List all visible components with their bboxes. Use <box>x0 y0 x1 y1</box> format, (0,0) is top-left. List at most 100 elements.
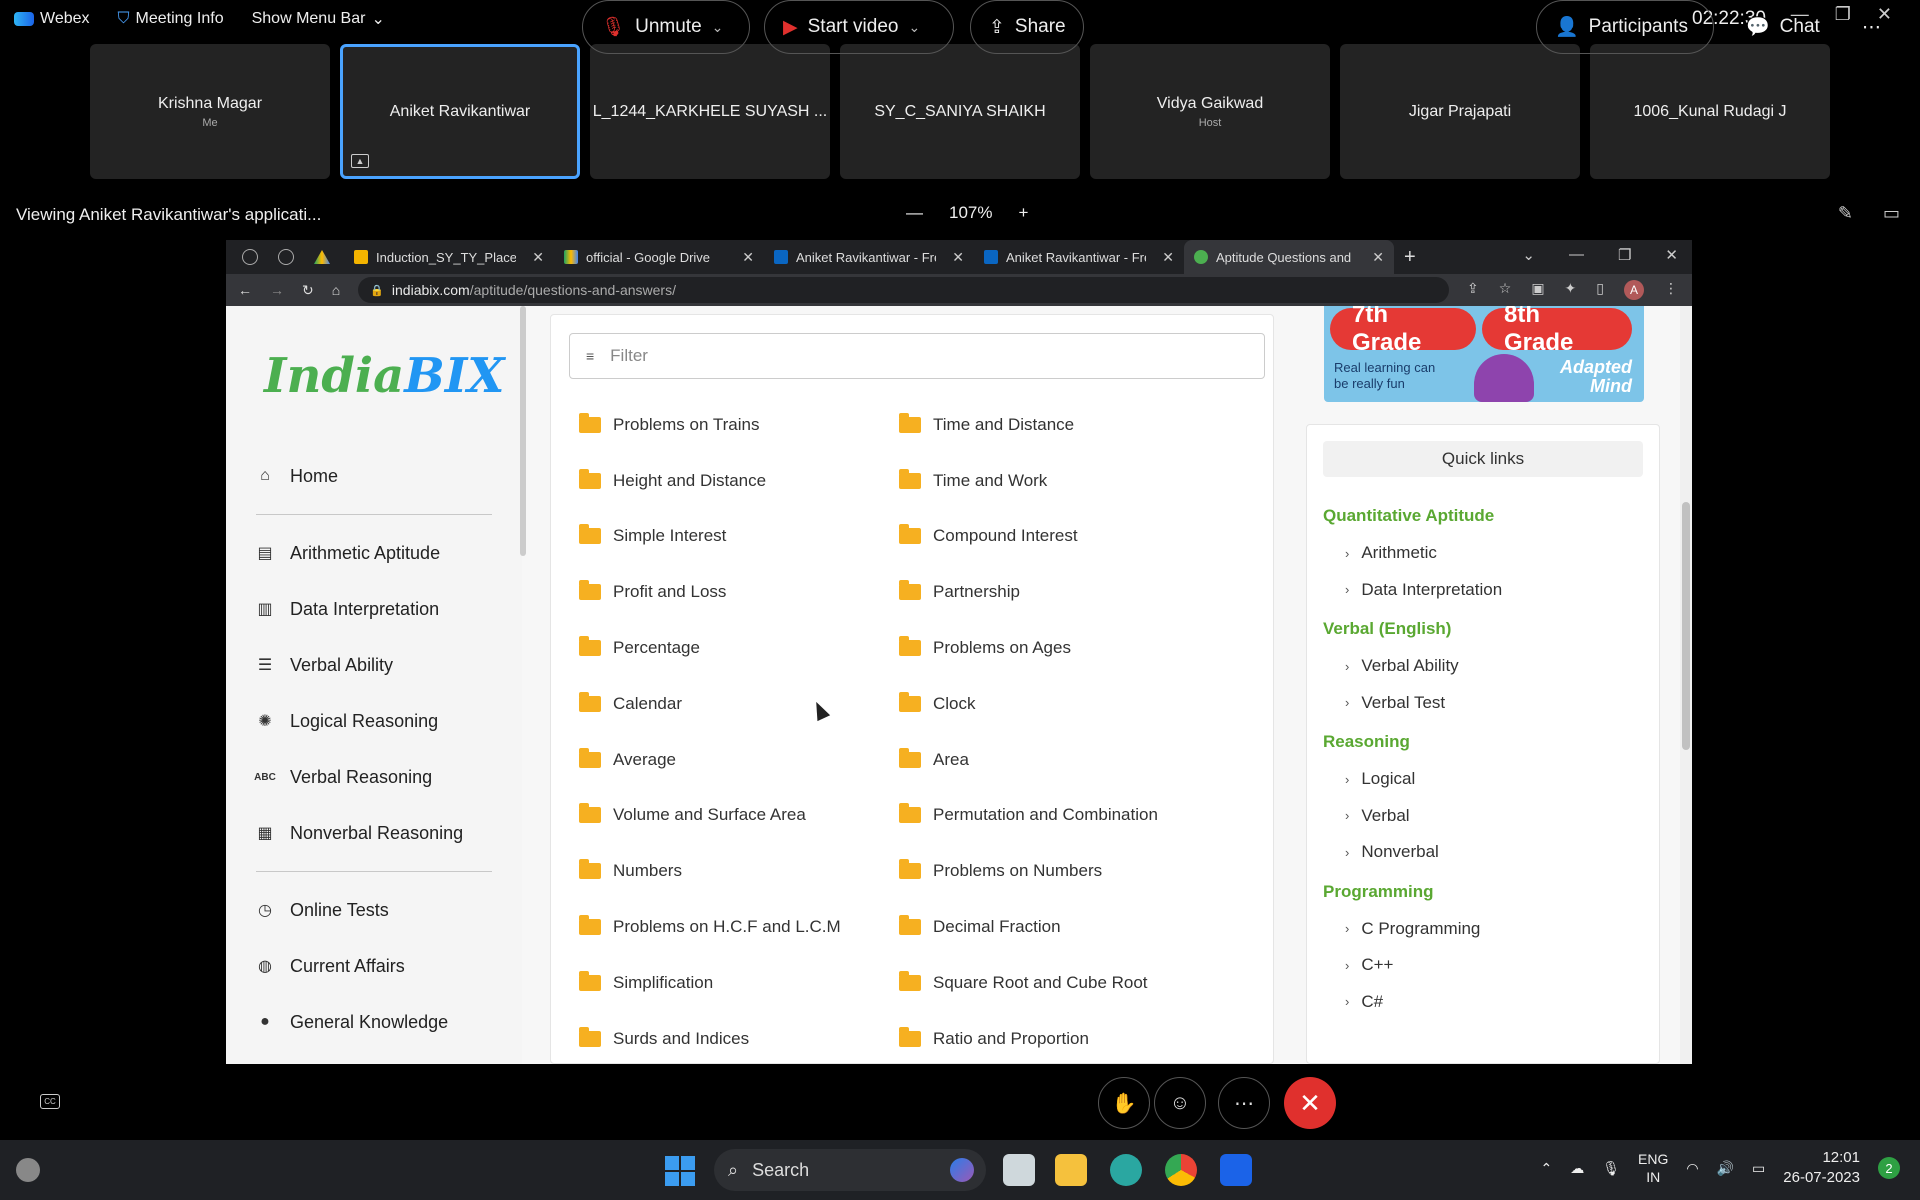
participant-tile[interactable]: SY_C_SANIYA SHAIKH <box>840 44 1080 179</box>
sidebar-item-verbal-ability[interactable]: ☰ Verbal Ability <box>256 637 496 693</box>
close-icon[interactable]: ✕ <box>1665 246 1678 264</box>
captions-icon[interactable]: CC <box>40 1094 60 1109</box>
filter-input[interactable]: ≡ Filter <box>569 333 1265 379</box>
share-button[interactable]: ⇪ Share <box>970 0 1084 54</box>
topic-link[interactable]: Profit and Loss <box>579 564 899 620</box>
topic-link[interactable]: Square Root and Cube Root <box>899 955 1219 1011</box>
notification-badge[interactable]: 2 <box>1878 1157 1900 1179</box>
topic-link[interactable]: Clock <box>899 676 1219 732</box>
forward-icon[interactable]: → <box>270 282 284 298</box>
chevron-down-icon[interactable]: ⌄ <box>712 19 724 36</box>
sidebar-item-current-affairs[interactable]: ◍ Current Affairs <box>256 938 496 994</box>
puzzle-icon[interactable]: ✦ <box>1565 280 1577 300</box>
browser-tab[interactable]: Induction_SY_TY_Placem ✕ <box>344 240 554 274</box>
sidebar-item-arithmetic-aptitude[interactable]: ▤ Arithmetic Aptitude <box>256 525 496 581</box>
quick-link-item[interactable]: › C Programming <box>1323 911 1643 948</box>
star-icon[interactable]: ☆ <box>1499 280 1512 300</box>
chrome-icon[interactable] <box>1165 1154 1197 1186</box>
sidebar-item-logical-reasoning[interactable]: ✺ Logical Reasoning <box>256 693 496 749</box>
google-drive-icon[interactable] <box>314 250 330 264</box>
topic-link[interactable]: Partnership <box>899 564 1219 620</box>
participant-tile[interactable]: Vidya Gaikwad Host <box>1090 44 1330 179</box>
participant-tile[interactable]: 1006_Kunal Rudagi J <box>1590 44 1830 179</box>
webex-taskbar-icon[interactable] <box>1220 1154 1252 1186</box>
new-tab-icon[interactable]: + <box>1404 246 1416 269</box>
topic-link[interactable]: Problems on Trains <box>579 397 899 453</box>
raise-hand-button[interactable]: ✋ <box>1098 1077 1150 1129</box>
tab-search-icon[interactable]: ⌄ <box>1522 246 1535 264</box>
sidebar-scrollbar[interactable] <box>520 306 526 556</box>
mic-muted-icon[interactable]: 🎙 <box>1602 1160 1620 1177</box>
leave-meeting-button[interactable]: ✕ <box>1284 1077 1336 1129</box>
weather-icon[interactable] <box>16 1158 40 1182</box>
sidebar-item-data-interpretation[interactable]: ▥ Data Interpretation <box>256 581 496 637</box>
indiabix-logo[interactable]: IndiaBIX <box>264 348 505 404</box>
battery-icon[interactable]: ▭ <box>1752 1160 1765 1177</box>
webex-app-menu[interactable]: Webex <box>14 10 90 28</box>
quick-link-category[interactable]: Programming <box>1323 873 1643 911</box>
close-tab-icon[interactable]: ✕ <box>952 249 964 266</box>
topic-link[interactable]: Permutation and Combination <box>899 788 1219 844</box>
quick-link-category[interactable]: Verbal (English) <box>1323 610 1643 648</box>
volume-icon[interactable]: 🔊 <box>1717 1160 1734 1177</box>
reactions-button[interactable]: ☺ <box>1154 1077 1206 1129</box>
topic-link[interactable]: Height and Distance <box>579 453 899 509</box>
clock-date[interactable]: 12:01 26-07-2023 <box>1783 1148 1860 1188</box>
topic-link[interactable]: Volume and Surface Area <box>579 788 899 844</box>
sidebar-icon[interactable]: ▯ <box>1596 280 1604 300</box>
topic-link[interactable]: Surds and Indices <box>579 1011 899 1064</box>
start-button[interactable] <box>665 1156 695 1186</box>
show-menu-bar-button[interactable]: Show Menu Bar ⌄ <box>252 9 385 29</box>
quick-link-item[interactable]: › C++ <box>1323 947 1643 984</box>
close-tab-icon[interactable]: ✕ <box>1372 249 1384 266</box>
close-tab-icon[interactable]: ✕ <box>532 249 544 266</box>
quick-link-item[interactable]: › Arithmetic <box>1323 535 1643 572</box>
sidebar-item-online-tests[interactable]: ◷ Online Tests <box>256 882 496 938</box>
unmute-button[interactable]: 🎙 Unmute ⌄ <box>582 0 750 54</box>
start-video-button[interactable]: ▶ Start video ⌄ <box>764 0 954 54</box>
quick-link-item[interactable]: › Nonverbal <box>1323 834 1643 871</box>
sidebar-item-nonverbal-reasoning[interactable]: ▦ Nonverbal Reasoning <box>256 805 496 861</box>
topic-link[interactable]: Time and Work <box>899 453 1219 509</box>
participants-button[interactable]: 👤 Participants <box>1536 0 1714 54</box>
more-panels-button[interactable]: ⋯ <box>1852 0 1900 54</box>
language-indicator[interactable]: ENG IN <box>1638 1150 1668 1186</box>
chevron-up-icon[interactable]: ⌃ <box>1541 1160 1553 1177</box>
close-tab-icon[interactable]: ✕ <box>742 249 754 266</box>
pinned-tab-icon[interactable] <box>242 249 258 265</box>
kebab-menu-icon[interactable]: ⋮ <box>1664 280 1678 300</box>
minimize-icon[interactable]: — <box>1569 246 1584 264</box>
sidebar-item-home[interactable]: ⌂ Home <box>256 448 496 504</box>
edge-icon[interactable] <box>1110 1154 1142 1186</box>
topic-link[interactable]: Numbers <box>579 843 899 899</box>
browser-tab[interactable]: Aniket Ravikantiwar - Fre ✕ <box>974 240 1184 274</box>
back-icon[interactable]: ← <box>238 282 252 298</box>
browser-tab-active[interactable]: Aptitude Questions and ✕ <box>1184 240 1394 274</box>
quick-link-item[interactable]: › Logical <box>1323 761 1643 798</box>
topic-link[interactable]: Problems on H.C.F and L.C.M <box>579 899 899 955</box>
topic-link[interactable]: Area <box>899 732 1219 788</box>
quick-link-item[interactable]: › Verbal <box>1323 798 1643 835</box>
quick-link-item[interactable]: › C# <box>1323 984 1643 1021</box>
browser-tab[interactable]: Aniket Ravikantiwar - Fre ✕ <box>764 240 974 274</box>
topic-link[interactable]: Compound Interest <box>899 509 1219 565</box>
extension-icon[interactable]: ▣ <box>1531 280 1544 300</box>
quick-link-item[interactable]: › Verbal Test <box>1323 685 1643 722</box>
participant-tile-active[interactable]: Aniket Ravikantiwar ▲ <box>340 44 580 179</box>
wifi-icon[interactable]: ◠ <box>1686 1160 1698 1177</box>
topic-link[interactable]: Percentage <box>579 620 899 676</box>
chevron-down-icon[interactable]: ⌄ <box>908 19 920 36</box>
restore-icon[interactable]: ❐ <box>1618 246 1631 264</box>
pinned-tab-icon[interactable] <box>278 249 294 265</box>
topic-link[interactable]: Ratio and Proportion <box>899 1011 1219 1064</box>
quick-link-category[interactable]: Reasoning <box>1323 723 1643 761</box>
annotate-icon[interactable]: ✎ <box>1838 203 1853 224</box>
onedrive-icon[interactable]: ☁ <box>1570 1160 1584 1177</box>
sidebar-item-verbal-reasoning[interactable]: ABC Verbal Reasoning <box>254 749 496 805</box>
profile-avatar[interactable]: A <box>1624 280 1644 300</box>
view-options-icon[interactable]: ▭ <box>1883 203 1900 224</box>
chat-button[interactable]: 💬 Chat <box>1728 0 1824 54</box>
participant-tile[interactable]: Jigar Prajapati <box>1340 44 1580 179</box>
topic-link[interactable]: Simple Interest <box>579 509 899 565</box>
quick-link-item[interactable]: › Data Interpretation <box>1323 572 1643 609</box>
